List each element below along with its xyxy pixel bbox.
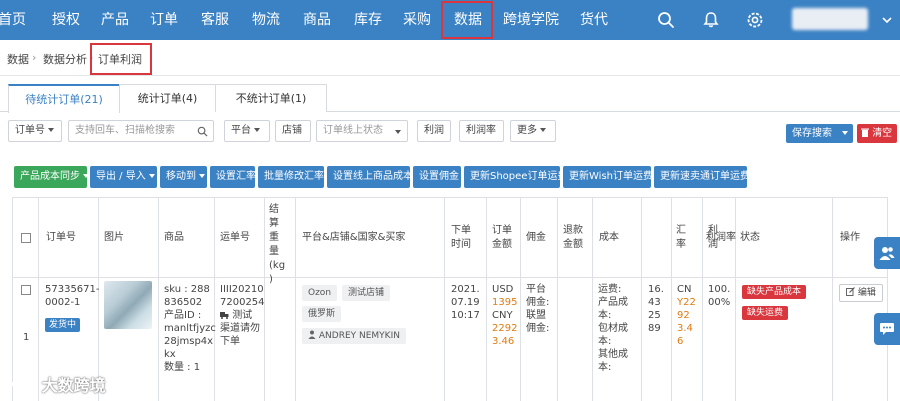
sync-cost-button[interactable]: 产品成本同步 [14,166,89,188]
search-icon[interactable] [657,11,675,29]
profit-filter[interactable]: 利润 [417,120,451,142]
online-status-select[interactable]: 订单线上状态 [316,120,408,142]
col-order-no: 订单号 [46,232,76,243]
nav-active-highlight [441,1,493,39]
save-search-button[interactable]: 保存搜索 [786,124,853,143]
breadcrumb-highlight [90,43,152,75]
profit-rate-filter[interactable]: 利润率 [459,120,504,142]
more-filters-select[interactable]: 更多 [510,120,556,142]
platform-select[interactable]: 平台 [224,120,270,142]
nav-item-home[interactable]: 首页 [0,0,26,40]
col-image: 图片 [104,232,124,243]
users-icon [879,247,895,260]
truck-icon [220,312,229,319]
product-image[interactable] [104,281,152,329]
breadcrumb-analysis[interactable]: 数据分析 [43,51,87,67]
nav-item-auth[interactable]: 授权 [52,0,80,40]
nav-item-logistics[interactable]: 物流 [252,0,280,40]
breadcrumb: 数据 › 数据分析 › 订单利润 [0,42,900,76]
chevron-down-icon[interactable] [881,14,893,26]
row-index: 1 [23,332,30,343]
country-tag: 俄罗斯 [302,306,342,322]
breadcrumb-separator: › [32,51,37,64]
shipping-status-badge: 发货中 [45,318,81,332]
buyer-tag: ANDREY NEMYKIN [302,328,406,344]
tab-counted[interactable]: 统计订单(4) [119,84,216,112]
batch-edit-rate-button[interactable]: 批量修改汇率 [258,166,324,188]
col-waybill: 运单号 [220,232,250,243]
col-commission: 佣金 [526,232,546,243]
col-product: 商品 [164,232,184,243]
gear-icon[interactable] [746,11,764,29]
waybill-cell: IIII20210 7200254 测试 渠道请勿 下单 [220,284,265,347]
update-wish-freight-button[interactable]: 更新Wish订单运费 [563,166,653,188]
search-icon[interactable] [197,126,208,137]
side-customer-button[interactable] [874,237,900,269]
avatar[interactable] [792,8,868,30]
tab-bar: 待统计订单(21) 统计订单(4) 不统计订单(1) [0,84,900,113]
order-no-cell[interactable]: 57335671- 0002-1 [45,283,100,309]
order-time-cell: 2021. 07.19 10:17 [451,284,480,321]
top-nav: 首页 授权 产品 订单 客服 物流 商品 库存 采购 数据 跨境学院 货代 [0,0,900,40]
nav-item-products[interactable]: 产品 [101,0,129,40]
side-chat-button[interactable] [874,313,900,345]
nav-item-forwarder[interactable]: 货代 [580,0,608,40]
product-info: sku : 288 836502 产品ID : manltfjyzc 28jmsp4x k… [164,284,216,373]
col-operation: 操作 [840,232,860,243]
edit-icon [846,287,855,296]
user-icon [308,330,316,339]
nav-item-orders[interactable]: 订单 [150,0,178,40]
bell-icon[interactable] [702,11,720,29]
col-order-amount: 订单 金额 [492,225,512,250]
cost-cell: 运费: 产品成 本: 包材成 本: 其他成 本: [598,284,628,373]
profit-cell: CN Y22 92 3.4 6 [677,284,696,347]
nav-item-inventory[interactable]: 库存 [354,0,382,40]
search-input[interactable]: 支持回车、扫描枪搜索 [68,120,214,142]
col-weight: 结算重量 (kg) [269,204,286,285]
move-to-button[interactable]: 移动到 [160,166,207,188]
watermark-logo-icon [8,377,35,390]
set-exchange-rate-button[interactable]: 设置汇率 [210,166,256,188]
exchange-rate-cell: 16. 43 25 89 [648,284,664,334]
set-online-cost-button[interactable]: 设置线上商品成本 [327,166,413,188]
nav-item-goods[interactable]: 商品 [303,0,331,40]
col-exchange-rate: 汇率 [676,225,686,250]
col-platform-store: 平台&店铺&国家&买家 [302,232,406,243]
profit-rate-cell: 100. 00% [708,284,731,308]
update-aliexpress-freight-button[interactable]: 更新速卖通订单运费 [654,166,750,188]
col-order-time: 下单 时间 [451,225,471,250]
commission-cell: 平台 佣金: 联盟 佣金: [526,284,550,334]
table-header-divider [12,277,888,278]
set-commission-button[interactable]: 设置佣金 [413,166,461,188]
store-select[interactable]: 店铺 [275,120,311,142]
watermark-logo: 大数跨境 [8,372,106,396]
clear-button[interactable]: 清空 [857,124,897,143]
export-import-button[interactable]: 导出 / 导入 [90,166,157,188]
nav-item-academy[interactable]: 跨境学院 [503,0,559,40]
nav-item-service[interactable]: 客服 [201,0,229,40]
tab-pending[interactable]: 待统计订单(21) [8,84,120,113]
update-shopee-freight-button[interactable]: 更新Shopee订单运费 [464,166,567,188]
store-tag: 测试店铺 [342,285,391,301]
edit-button[interactable]: 编辑 [839,284,883,302]
missing-cost-badge: 缺失产品成本 [742,285,807,299]
order-amount-cell: USD 1395 CNY 2292 3.46 [492,284,518,347]
chat-icon [880,323,894,335]
col-status: 状态 [740,232,760,243]
trash-icon [861,128,869,137]
tab-excluded[interactable]: 不统计订单(1) [215,84,327,112]
breadcrumb-data[interactable]: 数据 [7,51,29,67]
platform-tag: Ozon [302,285,338,301]
missing-freight-badge: 缺失运费 [742,306,789,320]
col-profit-rate-label: 利润率 [706,232,736,243]
nav-item-purchase[interactable]: 采购 [403,0,431,40]
col-refund-amount: 退款 金额 [563,225,583,250]
order-no-select[interactable]: 订单号 [8,120,62,142]
select-all-checkbox[interactable] [21,233,31,243]
col-cost: 成本 [599,232,619,243]
row-checkbox[interactable] [21,285,31,295]
